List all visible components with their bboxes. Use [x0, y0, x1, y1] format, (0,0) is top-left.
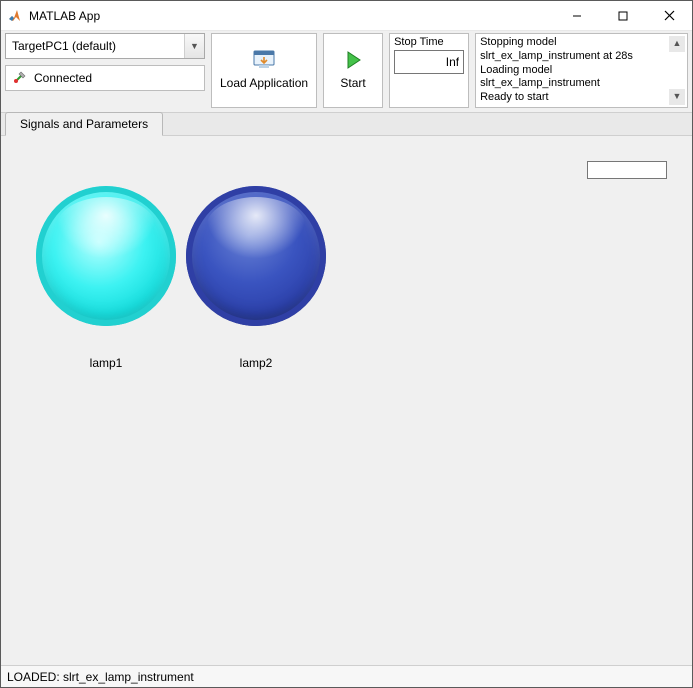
- load-application-button[interactable]: Load Application: [211, 33, 317, 108]
- titlebar: MATLAB App: [1, 1, 692, 31]
- connect-icon: [12, 69, 28, 88]
- matlab-icon: [7, 8, 23, 24]
- scroll-up-icon[interactable]: ▲: [669, 36, 685, 52]
- minimize-button[interactable]: [554, 1, 600, 31]
- load-application-label: Load Application: [220, 76, 308, 90]
- stop-time-label: Stop Time: [394, 36, 464, 48]
- status-text: LOADED: slrt_ex_lamp_instrument: [7, 670, 194, 684]
- lamp1[interactable]: [36, 186, 176, 326]
- lamp2-container: lamp2: [181, 186, 331, 370]
- close-button[interactable]: [646, 1, 692, 31]
- lamp2-label: lamp2: [181, 356, 331, 370]
- window-title: MATLAB App: [29, 9, 100, 23]
- log-text: Stopping model slrt_ex_lamp_instrument a…: [480, 36, 683, 105]
- toolbar: TargetPC1 (default) ▼ Connected: [1, 31, 692, 112]
- value-box[interactable]: [587, 161, 667, 179]
- scroll-down-icon[interactable]: ▼: [669, 89, 685, 105]
- start-button[interactable]: Start: [323, 33, 383, 108]
- maximize-button[interactable]: [600, 1, 646, 31]
- lamp2[interactable]: [186, 186, 326, 326]
- lamp-gloss-icon: [56, 197, 157, 259]
- lamp1-label: lamp1: [31, 356, 181, 370]
- lamp-gloss-icon: [206, 197, 307, 259]
- canvas-area: lamp1 lamp2: [1, 136, 692, 665]
- target-dropdown-value: TargetPC1 (default): [6, 39, 184, 53]
- chevron-down-icon[interactable]: ▼: [184, 34, 204, 58]
- tab-bar: Signals and Parameters: [1, 112, 692, 136]
- toolbar-left-column: TargetPC1 (default) ▼ Connected: [5, 33, 205, 108]
- target-dropdown[interactable]: TargetPC1 (default) ▼: [5, 33, 205, 59]
- load-application-icon: [251, 48, 277, 72]
- tab-signals-parameters[interactable]: Signals and Parameters: [5, 112, 163, 136]
- app-window: MATLAB App TargetPC1 (default) ▼: [0, 0, 693, 688]
- stop-time-panel: Stop Time: [389, 33, 469, 108]
- start-label: Start: [340, 76, 365, 90]
- log-output[interactable]: Stopping model slrt_ex_lamp_instrument a…: [475, 33, 688, 108]
- connect-label: Connected: [34, 71, 92, 85]
- play-icon: [342, 48, 364, 72]
- stop-time-input[interactable]: [394, 50, 464, 74]
- log-scrollbar[interactable]: ▲ ▼: [669, 36, 685, 105]
- lamp1-container: lamp1: [31, 186, 181, 370]
- status-bar: LOADED: slrt_ex_lamp_instrument: [1, 665, 692, 687]
- connect-button[interactable]: Connected: [5, 65, 205, 91]
